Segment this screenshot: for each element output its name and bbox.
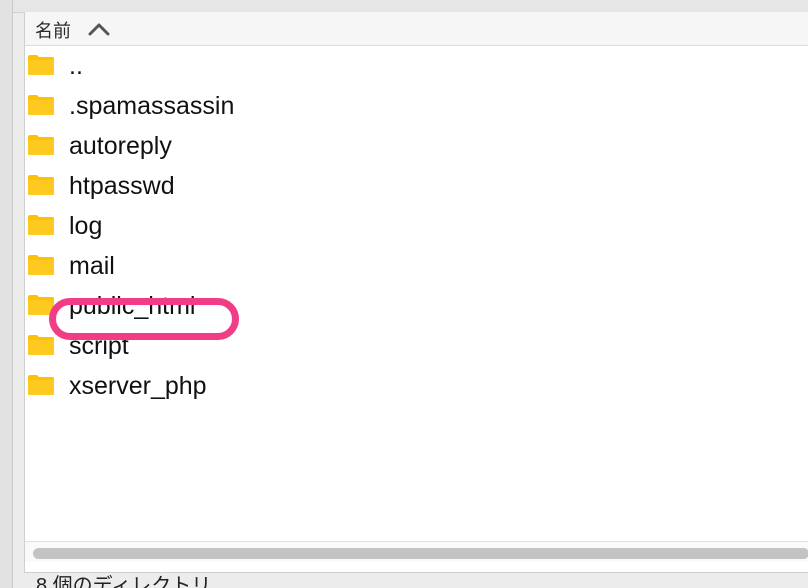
folder-row-mail[interactable]: mail bbox=[25, 246, 808, 286]
folder-name: mail bbox=[69, 252, 115, 280]
folder-icon bbox=[28, 295, 54, 315]
remote-file-list-panel: 名前 .. .spamassassin autoreply htpasswd l… bbox=[24, 12, 808, 572]
folder-name: xserver_php bbox=[69, 372, 207, 400]
chevron-up-icon[interactable] bbox=[87, 20, 111, 38]
folder-row-htpasswd[interactable]: htpasswd bbox=[25, 166, 808, 206]
folder-row-spamassassin[interactable]: .spamassassin bbox=[25, 86, 808, 126]
horizontal-scrollbar[interactable] bbox=[25, 541, 808, 562]
name-column-label: 名前 bbox=[35, 21, 71, 41]
folder-icon bbox=[28, 255, 54, 275]
folder-name: script bbox=[69, 332, 129, 360]
folder-row-script[interactable]: script bbox=[25, 326, 808, 366]
directory-count-text: 8 個のディレクトリ bbox=[36, 575, 212, 588]
pane-divider[interactable] bbox=[12, 0, 13, 588]
folder-row-public-html[interactable]: public_html bbox=[25, 286, 808, 326]
folder-icon bbox=[28, 175, 54, 195]
folder-icon bbox=[28, 135, 54, 155]
folder-name: autoreply bbox=[69, 132, 172, 160]
adjacent-pane-edge bbox=[0, 0, 12, 588]
folder-row-xserver-php[interactable]: xserver_php bbox=[25, 366, 808, 406]
folder-icon bbox=[28, 335, 54, 355]
file-rows: .. .spamassassin autoreply htpasswd log … bbox=[25, 46, 808, 406]
folder-row-autoreply[interactable]: autoreply bbox=[25, 126, 808, 166]
folder-name: htpasswd bbox=[69, 172, 175, 200]
folder-name: log bbox=[69, 212, 103, 240]
folder-name: .. bbox=[69, 52, 83, 80]
folder-name: public_html bbox=[69, 292, 196, 320]
scrollbar-thumb[interactable] bbox=[33, 548, 808, 559]
folder-icon bbox=[28, 215, 54, 235]
folder-icon bbox=[28, 375, 54, 395]
status-bar: 8 個のディレクトリ bbox=[24, 572, 808, 588]
folder-icon bbox=[28, 55, 54, 75]
folder-icon bbox=[28, 95, 54, 115]
folder-name: .spamassassin bbox=[69, 92, 235, 120]
name-column-header[interactable]: 名前 bbox=[25, 12, 808, 46]
folder-row-parent[interactable]: .. bbox=[25, 46, 808, 86]
folder-row-log[interactable]: log bbox=[25, 206, 808, 246]
file-browser-window: 名前 .. .spamassassin autoreply htpasswd l… bbox=[0, 0, 808, 588]
